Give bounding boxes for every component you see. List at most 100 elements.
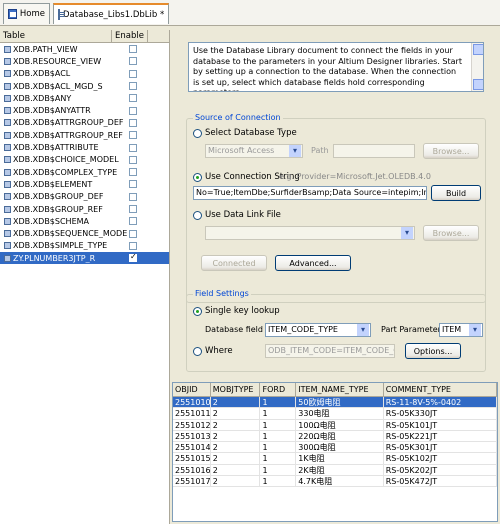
enable-checkbox[interactable] bbox=[129, 69, 137, 78]
where-radio[interactable]: Where bbox=[193, 346, 233, 356]
part-parameter-select[interactable]: ITEM bbox=[439, 323, 483, 337]
use-data-link-file-label: Use Data Link File bbox=[205, 210, 281, 220]
cell-objid: 2551014 bbox=[175, 442, 211, 453]
table-row[interactable]: XDB.XDB$SCHEMA bbox=[0, 215, 169, 227]
enable-checkbox[interactable] bbox=[129, 155, 137, 164]
grid-row[interactable]: 2551012 2 1 100Ω电阻 RS-05K101JT bbox=[173, 419, 497, 431]
grid-row[interactable]: 2551014 2 1 300Ω电阻 RS-05K301JT bbox=[173, 442, 497, 454]
grid-column-ford[interactable]: FORD bbox=[260, 383, 297, 396]
grid-row[interactable]: 2551015 2 1 1K电阻 RS-05K102JT bbox=[173, 453, 497, 465]
table-name-cell: XDB.XDB$ELEMENT bbox=[0, 180, 128, 189]
enable-checkbox[interactable] bbox=[129, 205, 137, 213]
grid-column-mobjtype[interactable]: MOBJTYPE bbox=[211, 383, 261, 396]
enable-checkbox[interactable] bbox=[129, 217, 137, 226]
enable-checkbox[interactable] bbox=[129, 229, 137, 238]
table-name: XDB.XDB$ACL bbox=[13, 69, 71, 79]
table-icon bbox=[4, 230, 11, 238]
grid-row[interactable]: 2551016 2 1 2K电阻 RS-05K202JT bbox=[173, 464, 497, 477]
table-row[interactable]: XDB.XDB$ANYATTR bbox=[0, 104, 169, 116]
cell-comment: RS-05K221JT bbox=[384, 430, 497, 442]
table-row[interactable]: XDB.XDB$ATTRGROUP_DEF bbox=[0, 117, 169, 129]
table-name-cell: XDB.XDB$ACL_MGD_S bbox=[0, 82, 128, 91]
enable-checkbox[interactable] bbox=[129, 168, 137, 177]
table-row[interactable]: XDB.XDB$COMPLEX_TYPE bbox=[0, 166, 169, 178]
grid-column-objid[interactable]: OBJID bbox=[173, 383, 211, 396]
enable-checkbox[interactable] bbox=[129, 131, 137, 140]
grid-column-comment[interactable]: COMMENT_TYPE bbox=[384, 383, 497, 396]
table-icon bbox=[4, 205, 11, 213]
table-icon bbox=[4, 70, 11, 78]
tab-database-libs[interactable]: Database_Libs1.DbLib * bbox=[53, 3, 169, 24]
single-key-lookup-radio[interactable]: Single key lookup bbox=[193, 306, 280, 316]
radio-indicator bbox=[193, 306, 202, 316]
table-row[interactable]: XDB.XDB$SIMPLE_TYPE bbox=[0, 240, 169, 252]
table-row[interactable]: ZY.PLNUMBER3JTP_R bbox=[0, 252, 169, 265]
cell-ford: 1 bbox=[260, 476, 297, 487]
enable-checkbox[interactable] bbox=[129, 143, 137, 152]
table-row[interactable]: XDB.RESOURCE_VIEW bbox=[0, 55, 169, 67]
connected-button[interactable]: Connected bbox=[201, 255, 267, 271]
table-row[interactable]: XDB.XDB$GROUP_REF bbox=[0, 203, 169, 215]
enable-checkbox[interactable] bbox=[129, 94, 137, 103]
table-row[interactable]: XDB.XDB$ELEMENT bbox=[0, 178, 169, 190]
table-name: ZY.PLNUMBER3JTP_R bbox=[13, 253, 96, 263]
table-row[interactable]: XDB.XDB$GROUP_DEF bbox=[0, 191, 169, 203]
enable-checkbox[interactable] bbox=[129, 106, 137, 115]
table-name-cell: XDB.XDB$SEQUENCE_MODEL bbox=[0, 229, 128, 238]
radio-indicator bbox=[193, 172, 202, 182]
table-row[interactable]: XDB.XDB$ANY bbox=[0, 92, 169, 104]
enable-checkbox[interactable] bbox=[129, 82, 137, 91]
enable-checkbox[interactable] bbox=[129, 45, 137, 54]
cell-comment: RS-05K330JT bbox=[384, 408, 497, 419]
table-row[interactable]: XDB.XDB$SEQUENCE_MODEL bbox=[0, 227, 169, 239]
build-button[interactable]: Build bbox=[431, 185, 481, 201]
enable-checkbox[interactable] bbox=[129, 180, 137, 189]
options-button[interactable]: Options... bbox=[405, 343, 461, 359]
column-header-enable[interactable]: Enable bbox=[112, 30, 148, 42]
table-icon bbox=[4, 144, 11, 152]
database-field-select[interactable]: ITEM_CODE_TYPE bbox=[265, 323, 371, 337]
part-parameter-label: Part Parameter bbox=[381, 325, 441, 334]
cell-mobjtype: 2 bbox=[211, 453, 261, 464]
grid-row[interactable]: 2551011 2 1 330电阻 RS-05K330JT bbox=[173, 408, 497, 420]
table-row[interactable]: XDB.XDB$ATTRIBUTE bbox=[0, 141, 169, 153]
where-clause-input[interactable]: ODB_ITEM_CODE=ITEM_CODE_ONE bbox=[265, 344, 395, 358]
table-row[interactable]: XDB.XDB$CHOICE_MODEL bbox=[0, 154, 169, 166]
grid-row[interactable]: 2551013 2 1 220Ω电阻 RS-05K221JT bbox=[173, 430, 497, 443]
browse-path-button[interactable]: Browse... bbox=[423, 143, 479, 159]
table-row[interactable]: XDB.PATH_VIEW bbox=[0, 43, 169, 55]
enable-checkbox[interactable] bbox=[129, 252, 137, 263]
advanced-button[interactable]: Advanced... bbox=[275, 255, 351, 271]
use-data-link-file-radio[interactable]: Use Data Link File bbox=[193, 210, 281, 220]
select-database-type-radio[interactable]: Select Database Type bbox=[193, 128, 297, 138]
table-name: XDB.XDB$ANYATTR bbox=[13, 106, 91, 116]
database-field-label: Database field bbox=[205, 325, 263, 334]
table-icon bbox=[4, 254, 11, 262]
path-input[interactable] bbox=[333, 144, 415, 158]
database-type-select[interactable]: Microsoft Access bbox=[205, 144, 303, 158]
grid-rows: 2551010 2 1 50欧姆电阻 RS-11-8V-5%-0402 2551011 2 1… bbox=[173, 397, 497, 488]
data-link-file-select[interactable] bbox=[205, 226, 415, 240]
table-row[interactable]: XDB.XDB$ATTRGROUP_REF bbox=[0, 129, 169, 141]
enable-checkbox[interactable] bbox=[129, 118, 137, 127]
enable-checkbox[interactable] bbox=[129, 241, 137, 250]
tab-database-libs-label: Database_Libs1.DbLib * bbox=[63, 9, 165, 20]
tab-home[interactable]: Home bbox=[3, 3, 50, 24]
description-scrollbar[interactable] bbox=[471, 43, 483, 91]
table-name: XDB.XDB$ATTRIBUTE bbox=[13, 143, 99, 153]
grid-header: OBJID MOBJTYPE FORD ITEM_NAME_TYPE COMME… bbox=[173, 383, 497, 397]
table-name: XDB.RESOURCE_VIEW bbox=[13, 56, 102, 66]
table-row[interactable]: XDB.XDB$ACL_MGD_S bbox=[0, 80, 169, 92]
cell-mobjtype: 2 bbox=[211, 464, 261, 476]
cell-objid: 2551013 bbox=[175, 430, 211, 442]
column-header-table[interactable]: Table bbox=[0, 30, 112, 42]
table-row[interactable]: XDB.XDB$ACL bbox=[0, 68, 169, 80]
table-list-panel: Table Enable XDB.PATH_VIEW XDB.RESOURCE_V… bbox=[0, 30, 170, 524]
grid-row[interactable]: 2551010 2 1 50欧姆电阻 RS-11-8V-5%-0402 bbox=[173, 397, 497, 409]
browse-data-link-button[interactable]: Browse... bbox=[423, 225, 479, 241]
enable-checkbox[interactable] bbox=[129, 192, 137, 201]
enable-checkbox[interactable] bbox=[129, 57, 137, 66]
grid-column-item-name[interactable]: ITEM_NAME_TYPE bbox=[296, 383, 384, 396]
grid-row[interactable]: 2551017 2 1 4.7K电阻 RS-05K472JT bbox=[173, 476, 497, 488]
connection-string-input[interactable]: No=True;ItemDbe;SurfiderBsamp;Data Sourc… bbox=[193, 186, 427, 200]
